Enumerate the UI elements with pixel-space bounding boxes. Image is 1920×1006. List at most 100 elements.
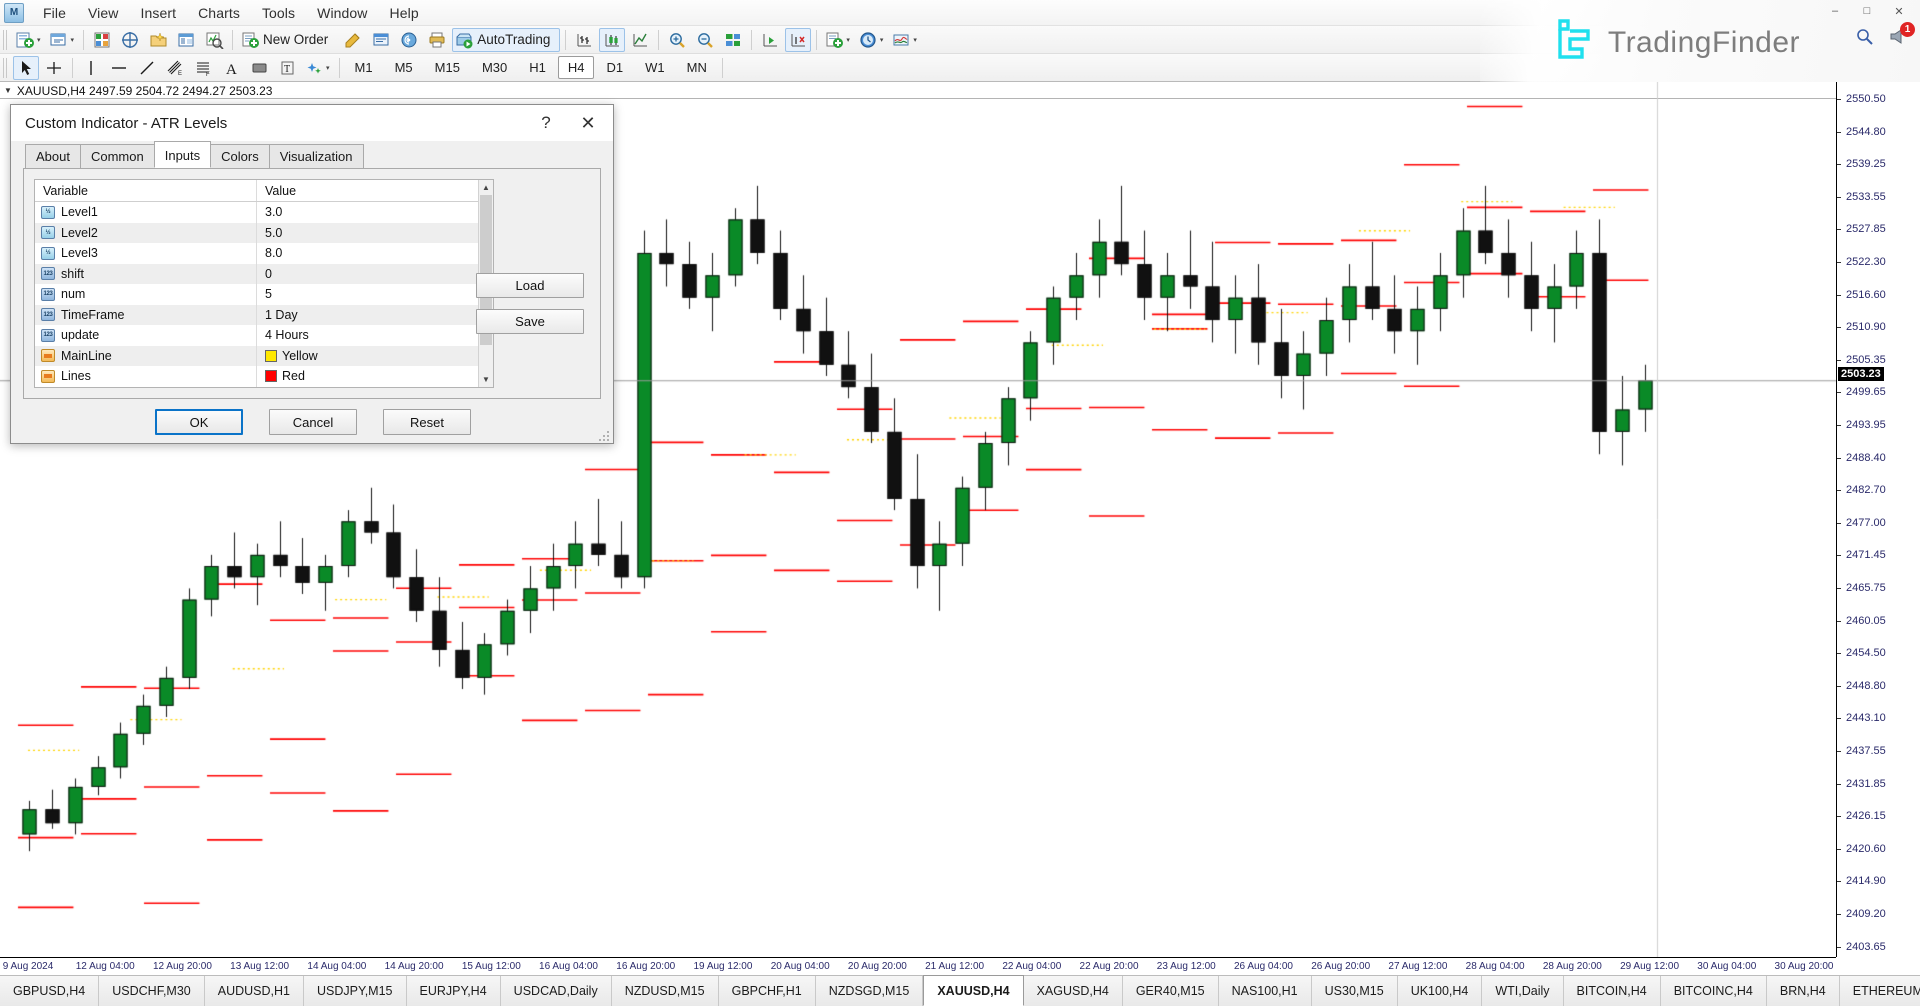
symbol-tab[interactable]: GBPUSD,H4 bbox=[0, 976, 99, 1006]
metaeditor-icon[interactable] bbox=[340, 28, 366, 52]
input-value-cell[interactable]: 5.0 bbox=[257, 226, 478, 240]
tile-windows-icon[interactable] bbox=[720, 28, 746, 52]
symbol-tab[interactable]: UK100,H4 bbox=[1398, 976, 1483, 1006]
symbol-tab[interactable]: ETHEREUM,Daily bbox=[1840, 976, 1920, 1006]
menu-item-tools[interactable]: Tools bbox=[251, 2, 306, 24]
help-icon[interactable]: ? bbox=[525, 107, 567, 139]
chevron-down-icon[interactable]: ▼ bbox=[4, 86, 12, 95]
timeframe-mn[interactable]: MN bbox=[677, 56, 717, 79]
new-chart-icon[interactable]: ▾ bbox=[13, 28, 45, 52]
inputs-grid-row[interactable]: ½Level38.0 bbox=[35, 243, 478, 264]
inputs-grid-row[interactable]: 123Candle20 bbox=[35, 387, 478, 389]
crosshair-icon[interactable] bbox=[41, 56, 67, 80]
input-value-cell[interactable]: 0 bbox=[257, 267, 478, 281]
symbol-tab[interactable]: XAUUSD,H4 bbox=[923, 975, 1023, 1006]
input-value-cell[interactable]: 8.0 bbox=[257, 246, 478, 260]
timeframe-m15[interactable]: M15 bbox=[425, 56, 470, 79]
symbol-tab[interactable]: BRN,H4 bbox=[1767, 976, 1840, 1006]
close-icon[interactable]: ✕ bbox=[567, 107, 609, 139]
objects-icon[interactable]: ▾ bbox=[302, 56, 334, 80]
signals-icon[interactable] bbox=[396, 28, 422, 52]
menu-item-help[interactable]: Help bbox=[379, 2, 430, 24]
chart-shift-icon[interactable] bbox=[757, 28, 783, 52]
symbol-tab[interactable]: USDJPY,M15 bbox=[304, 976, 407, 1006]
zoom-in-icon[interactable] bbox=[664, 28, 690, 52]
inputs-grid-row[interactable]: LinesRed bbox=[35, 366, 478, 387]
profiles-icon[interactable]: ▾ bbox=[47, 28, 79, 52]
auto-scroll-icon[interactable] bbox=[785, 28, 811, 52]
trendline-icon[interactable] bbox=[134, 56, 160, 80]
symbol-tab[interactable]: USDCAD,Daily bbox=[501, 976, 612, 1006]
inputs-grid[interactable]: Variable Value ½Level13.0½Level25.0½Leve… bbox=[34, 179, 494, 388]
timeframe-m5[interactable]: M5 bbox=[385, 56, 423, 79]
equidistant-channel-icon[interactable]: E bbox=[162, 56, 188, 80]
timeframe-m30[interactable]: M30 bbox=[472, 56, 517, 79]
symbol-tab[interactable]: USDCHF,M30 bbox=[99, 976, 205, 1006]
symbol-tab[interactable]: US30,M15 bbox=[1312, 976, 1398, 1006]
symbol-tab[interactable]: GBPCHF,H1 bbox=[719, 976, 816, 1006]
terminal-icon[interactable] bbox=[173, 28, 199, 52]
symbol-tab[interactable]: XAGUSD,H4 bbox=[1024, 976, 1123, 1006]
inputs-grid-row[interactable]: 123TimeFrame1 Day bbox=[35, 305, 478, 326]
input-value-cell[interactable]: 1 Day bbox=[257, 308, 478, 322]
symbol-tab[interactable]: NZDSGD,M15 bbox=[816, 976, 924, 1006]
load-button[interactable]: Load bbox=[476, 273, 584, 298]
print-icon[interactable] bbox=[424, 28, 450, 52]
inputs-grid-row[interactable]: 123update4 Hours bbox=[35, 325, 478, 346]
menu-item-view[interactable]: View bbox=[77, 2, 130, 24]
inputs-grid-row[interactable]: MainLineYellow bbox=[35, 346, 478, 367]
ok-button[interactable]: OK bbox=[155, 409, 243, 435]
tab-inputs[interactable]: Inputs bbox=[154, 141, 211, 168]
dialog-resize-grip[interactable] bbox=[599, 431, 611, 443]
vertical-line-icon[interactable] bbox=[78, 56, 104, 80]
fibonacci-retracement-icon[interactable]: F bbox=[190, 56, 216, 80]
symbol-tab[interactable]: NAS100,H1 bbox=[1219, 976, 1312, 1006]
symbol-tab[interactable]: WTI,Daily bbox=[1482, 976, 1563, 1006]
inputs-grid-row[interactable]: 123shift0 bbox=[35, 264, 478, 285]
input-value-cell[interactable]: 5 bbox=[257, 287, 478, 301]
tab-visualization[interactable]: Visualization bbox=[269, 144, 364, 169]
text-icon[interactable]: A bbox=[218, 56, 244, 80]
market-watch-icon[interactable] bbox=[89, 28, 115, 52]
price-axis[interactable]: 2550.502544.802539.252533.552527.852522.… bbox=[1836, 82, 1920, 957]
data-window-icon[interactable] bbox=[117, 28, 143, 52]
candlestick-chart-icon[interactable] bbox=[599, 28, 625, 52]
symbol-tab[interactable]: EURJPY,H4 bbox=[407, 976, 501, 1006]
timeframe-m1[interactable]: M1 bbox=[345, 56, 383, 79]
tab-about[interactable]: About bbox=[25, 144, 81, 169]
menu-item-file[interactable]: File bbox=[32, 2, 77, 24]
menu-item-window[interactable]: Window bbox=[306, 2, 378, 24]
cursor-icon[interactable] bbox=[13, 56, 39, 80]
reset-button[interactable]: Reset bbox=[383, 409, 471, 435]
input-value-cell[interactable]: Yellow bbox=[257, 349, 478, 363]
inputs-grid-row[interactable]: 123num5 bbox=[35, 284, 478, 305]
toolbar-grip[interactable] bbox=[3, 30, 9, 50]
expert-advisors-icon[interactable] bbox=[368, 28, 394, 52]
tab-colors[interactable]: Colors bbox=[210, 144, 270, 169]
templates-icon[interactable]: ▾ bbox=[889, 28, 921, 52]
timeframe-h4[interactable]: H4 bbox=[558, 56, 595, 79]
dialog-title-bar[interactable]: Custom Indicator - ATR Levels ? ✕ bbox=[11, 105, 613, 141]
new-order-button[interactable]: New Order bbox=[238, 28, 338, 52]
horizontal-line-icon[interactable] bbox=[106, 56, 132, 80]
timeframe-d1[interactable]: D1 bbox=[596, 56, 633, 79]
text-label-icon[interactable]: T bbox=[274, 56, 300, 80]
symbol-tab[interactable]: GER40,M15 bbox=[1123, 976, 1219, 1006]
periods-icon[interactable]: ▾ bbox=[856, 28, 888, 52]
cancel-button[interactable]: Cancel bbox=[269, 409, 357, 435]
drawing-toolbar-grip[interactable] bbox=[3, 58, 9, 78]
navigator-icon[interactable] bbox=[145, 28, 171, 52]
bar-chart-icon[interactable] bbox=[571, 28, 597, 52]
shapes-icon[interactable] bbox=[246, 56, 272, 80]
menu-item-insert[interactable]: Insert bbox=[129, 2, 187, 24]
input-value-cell[interactable]: 4 Hours bbox=[257, 328, 478, 342]
timeframe-h1[interactable]: H1 bbox=[519, 56, 556, 79]
line-chart-icon[interactable] bbox=[627, 28, 653, 52]
inputs-grid-row[interactable]: ½Level13.0 bbox=[35, 202, 478, 223]
strategy-tester-icon[interactable] bbox=[201, 28, 227, 52]
zoom-out-icon[interactable] bbox=[692, 28, 718, 52]
autotrading-button[interactable]: AutoTrading bbox=[452, 28, 560, 52]
symbol-tab[interactable]: BITCOIN,H4 bbox=[1564, 976, 1661, 1006]
input-value-cell[interactable]: Red bbox=[257, 369, 478, 383]
indicators-icon[interactable]: ▾ bbox=[822, 28, 854, 52]
